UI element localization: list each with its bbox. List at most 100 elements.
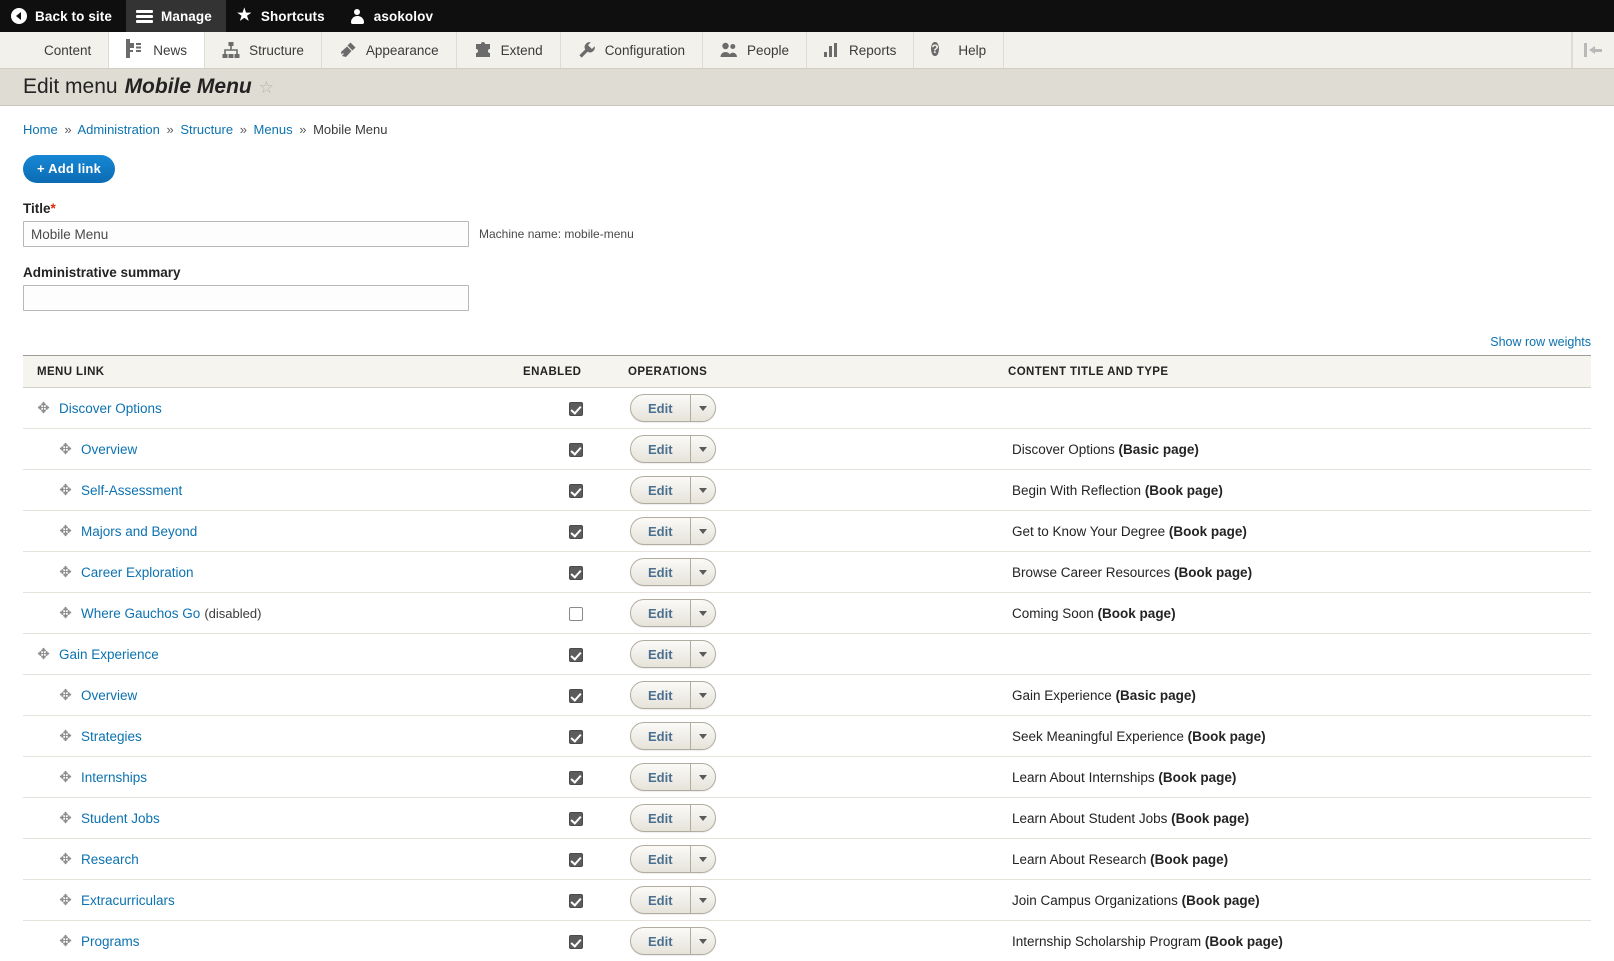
menu-link-label[interactable]: Discover Options bbox=[59, 401, 162, 416]
drag-handle-icon[interactable]: ✥ bbox=[59, 770, 72, 785]
menu-link-label[interactable]: Gain Experience bbox=[59, 647, 159, 662]
menu-link-label[interactable]: Overview bbox=[81, 688, 137, 703]
admin-menu-item-people[interactable]: People bbox=[703, 32, 808, 68]
edit-button[interactable]: Edit bbox=[631, 723, 691, 749]
menu-link-label[interactable]: Where Gauchos Go bbox=[81, 606, 200, 621]
title-input[interactable] bbox=[23, 221, 469, 247]
drag-handle-icon[interactable]: ✥ bbox=[59, 934, 72, 949]
shortcuts-tab[interactable]: ★ Shortcuts bbox=[226, 0, 339, 32]
menu-link-wrapper: ✥ Internships bbox=[37, 770, 523, 785]
collapse-toolbar-button[interactable] bbox=[1572, 32, 1614, 68]
add-link-button[interactable]: + Add link bbox=[23, 155, 115, 183]
drag-handle-icon[interactable]: ✥ bbox=[59, 524, 72, 539]
enabled-checkbox[interactable] bbox=[568, 401, 583, 416]
enabled-checkbox[interactable] bbox=[568, 524, 583, 539]
edit-button[interactable]: Edit bbox=[631, 887, 691, 913]
drag-handle-icon[interactable]: ✥ bbox=[59, 688, 72, 703]
breadcrumb-item-home[interactable]: Home bbox=[23, 122, 58, 137]
edit-button[interactable]: Edit bbox=[631, 641, 691, 667]
menu-link-label[interactable]: Programs bbox=[81, 934, 140, 949]
admin-menu-item-news[interactable]: News bbox=[109, 32, 206, 68]
menu-link-label[interactable]: Overview bbox=[81, 442, 137, 457]
chevron-down-icon[interactable] bbox=[691, 805, 715, 831]
edit-button[interactable]: Edit bbox=[631, 395, 691, 421]
edit-button[interactable]: Edit bbox=[631, 436, 691, 462]
enabled-checkbox[interactable] bbox=[568, 893, 583, 908]
favorite-star-icon[interactable]: ☆ bbox=[259, 79, 274, 96]
chevron-down-icon[interactable] bbox=[691, 887, 715, 913]
hamburger-icon bbox=[135, 8, 153, 25]
drag-handle-icon[interactable]: ✥ bbox=[59, 852, 72, 867]
edit-button[interactable]: Edit bbox=[631, 518, 691, 544]
enabled-checkbox[interactable] bbox=[568, 852, 583, 867]
enabled-checkbox[interactable] bbox=[568, 483, 583, 498]
chevron-down-icon[interactable] bbox=[691, 436, 715, 462]
back-to-site-button[interactable]: Back to site bbox=[0, 0, 126, 32]
operations-wrapper: Edit bbox=[628, 640, 1008, 668]
drag-handle-icon[interactable]: ✥ bbox=[37, 647, 50, 662]
drag-handle-icon[interactable]: ✥ bbox=[59, 606, 72, 621]
edit-button[interactable]: Edit bbox=[631, 600, 691, 626]
enabled-checkbox[interactable] bbox=[568, 934, 583, 949]
drag-handle-icon[interactable]: ✥ bbox=[59, 729, 72, 744]
menu-link-label[interactable]: Strategies bbox=[81, 729, 142, 744]
enabled-checkbox[interactable] bbox=[568, 770, 583, 785]
drag-handle-icon[interactable]: ✥ bbox=[59, 442, 72, 457]
menu-link-label[interactable]: Career Exploration bbox=[81, 565, 194, 580]
admin-menu-item-reports[interactable]: Reports bbox=[807, 32, 915, 68]
drag-handle-icon[interactable]: ✥ bbox=[59, 483, 72, 498]
admin-menu-item-configuration[interactable]: Configuration bbox=[561, 32, 703, 68]
chevron-down-icon[interactable] bbox=[691, 477, 715, 503]
chevron-down-icon[interactable] bbox=[691, 641, 715, 667]
edit-button[interactable]: Edit bbox=[631, 682, 691, 708]
chevron-down-icon[interactable] bbox=[691, 928, 715, 954]
admin-summary-input[interactable] bbox=[23, 285, 469, 311]
drag-handle-icon[interactable]: ✥ bbox=[37, 401, 50, 416]
enabled-checkbox[interactable] bbox=[568, 729, 583, 744]
enabled-checkbox[interactable] bbox=[568, 606, 583, 621]
chevron-down-icon[interactable] bbox=[691, 682, 715, 708]
breadcrumb-item-menus[interactable]: Menus bbox=[254, 122, 293, 137]
manage-tab[interactable]: Manage bbox=[125, 0, 226, 32]
enabled-checkbox[interactable] bbox=[568, 811, 583, 826]
admin-menu-item-content[interactable]: Content bbox=[0, 32, 110, 68]
edit-button[interactable]: Edit bbox=[631, 764, 691, 790]
menu-link-label[interactable]: Extracurriculars bbox=[81, 893, 175, 908]
edit-button[interactable]: Edit bbox=[631, 559, 691, 585]
table-row: ✥ Self-Assessment Edit Begin With Reflectio… bbox=[23, 469, 1591, 511]
breadcrumb-item-structure[interactable]: Structure bbox=[180, 122, 233, 137]
drag-handle-icon[interactable]: ✥ bbox=[59, 893, 72, 908]
drag-handle-icon[interactable]: ✥ bbox=[59, 565, 72, 580]
chevron-down-icon[interactable] bbox=[691, 723, 715, 749]
chevron-down-icon[interactable] bbox=[691, 600, 715, 626]
admin-menu-item-structure[interactable]: Structure bbox=[205, 32, 322, 68]
chevron-down-icon[interactable] bbox=[691, 764, 715, 790]
menu-link-label[interactable]: Self-Assessment bbox=[81, 483, 182, 498]
menu-link-label[interactable]: Majors and Beyond bbox=[81, 524, 197, 539]
drag-handle-icon[interactable]: ✥ bbox=[59, 811, 72, 826]
enabled-checkbox[interactable] bbox=[568, 688, 583, 703]
menu-link-label[interactable]: Research bbox=[81, 852, 139, 867]
edit-button[interactable]: Edit bbox=[631, 477, 691, 503]
chevron-down-icon[interactable] bbox=[691, 559, 715, 585]
chevron-down-icon[interactable] bbox=[691, 518, 715, 544]
menu-link-label[interactable]: Internships bbox=[81, 770, 147, 785]
show-row-weights-link[interactable]: Show row weights bbox=[1490, 335, 1591, 349]
admin-menu-item-appearance[interactable]: Appearance bbox=[322, 32, 457, 68]
edit-button[interactable]: Edit bbox=[631, 846, 691, 872]
enabled-checkbox[interactable] bbox=[568, 442, 583, 457]
menu-link-label[interactable]: Student Jobs bbox=[81, 811, 160, 826]
table-row: ✥ Gain Experience Edit bbox=[23, 633, 1591, 675]
breadcrumb-item-administration[interactable]: Administration bbox=[77, 122, 159, 137]
admin-menu-spacer bbox=[1004, 32, 1572, 68]
enabled-checkbox[interactable] bbox=[568, 647, 583, 662]
machine-name-label: Machine name: mobile-menu bbox=[479, 227, 634, 241]
user-account-tab[interactable]: asokolov bbox=[339, 0, 447, 32]
enabled-checkbox[interactable] bbox=[568, 565, 583, 580]
chevron-down-icon[interactable] bbox=[691, 846, 715, 872]
admin-menu-item-extend[interactable]: Extend bbox=[457, 32, 561, 68]
chevron-down-icon[interactable] bbox=[691, 395, 715, 421]
edit-button[interactable]: Edit bbox=[631, 805, 691, 831]
admin-menu-item-help[interactable]: ? Help bbox=[914, 32, 1005, 68]
edit-button[interactable]: Edit bbox=[631, 928, 691, 954]
